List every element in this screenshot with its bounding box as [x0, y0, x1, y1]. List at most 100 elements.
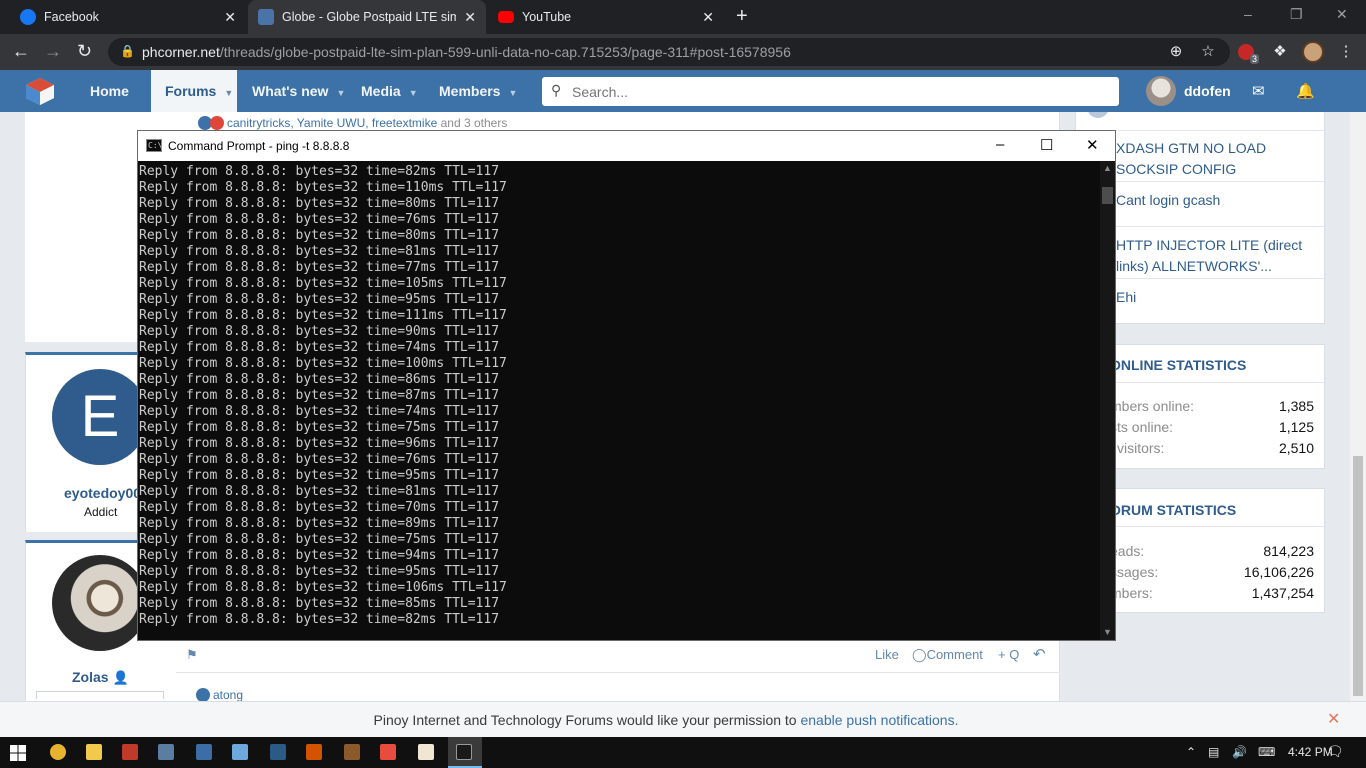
- chevron-down-icon[interactable]: ▼: [336, 88, 345, 98]
- username-link[interactable]: ddofen: [1184, 70, 1231, 112]
- restore-icon[interactable]: ❐: [1290, 6, 1303, 23]
- app-orange-icon[interactable]: [306, 744, 322, 760]
- network-icon[interactable]: ▤: [1208, 745, 1219, 759]
- console-output[interactable]: Reply from 8.8.8.8: bytes=32 time=82ms T…: [138, 161, 1100, 640]
- tab-youtube[interactable]: YouTube ✕: [488, 0, 724, 34]
- add-icon[interactable]: ⊕: [1166, 42, 1186, 62]
- inbox-icon[interactable]: ✉: [1252, 82, 1265, 100]
- cmd-titlebar[interactable]: C:\ Command Prompt - ping -t 8.8.8.8 – ☐…: [138, 131, 1115, 161]
- forward-icon[interactable]: →: [44, 41, 62, 62]
- menu-kebab-icon[interactable]: ⋮: [1336, 42, 1356, 62]
- back-icon[interactable]: ←: [12, 41, 30, 62]
- chevron-down-icon[interactable]: ▼: [508, 88, 517, 98]
- stat-label: mbers:: [1110, 585, 1153, 601]
- minimize-icon[interactable]: –: [1244, 6, 1252, 22]
- nav-forums[interactable]: Forums ▼: [151, 70, 237, 112]
- reply-icon[interactable]: ↶: [1033, 645, 1046, 663]
- post-username[interactable]: eyotedoy00: [64, 485, 141, 501]
- bookmark-star-icon[interactable]: ☆: [1198, 42, 1218, 62]
- stat-value: 1,385: [1278, 398, 1314, 414]
- username-text[interactable]: Zolas: [72, 669, 109, 685]
- profile-avatar[interactable]: [1302, 41, 1324, 63]
- minimize-icon[interactable]: –: [996, 136, 1004, 153]
- app-red-icon[interactable]: [122, 744, 138, 760]
- console-line: Reply from 8.8.8.8: bytes=32 time=89ms T…: [139, 516, 500, 531]
- console-line: Reply from 8.8.8.8: bytes=32 time=82ms T…: [139, 164, 500, 179]
- console-line: Reply from 8.8.8.8: bytes=32 time=76ms T…: [139, 212, 500, 227]
- close-tab-icon[interactable]: ✕: [464, 9, 476, 26]
- sidebar-thread-link[interactable]: HTTP INJECTOR LITE (direct links) ALLNET…: [1116, 235, 1306, 277]
- page-scrollbar[interactable]: [1350, 112, 1366, 701]
- reload-icon[interactable]: ↻: [77, 41, 92, 62]
- console-line: Reply from 8.8.8.8: bytes=32 time=77ms T…: [139, 260, 500, 275]
- lock-icon[interactable]: 🔒: [120, 44, 135, 58]
- file-explorer-icon[interactable]: [86, 744, 102, 760]
- chevron-down-icon[interactable]: ▼: [409, 88, 418, 98]
- puzzle-icon[interactable]: ❖: [1270, 42, 1290, 62]
- maximize-icon[interactable]: ☐: [1040, 136, 1053, 154]
- sidebar-thread-link[interactable]: Cant login gcash: [1116, 190, 1306, 211]
- app-cube-icon[interactable]: [232, 744, 248, 760]
- tab-globe[interactable]: Globe - Globe Postpaid LTE sim p ✕: [248, 0, 486, 34]
- nav-media[interactable]: Media ▼: [361, 70, 418, 112]
- reaction-users[interactable]: canitrytricks, Yamite UWU, freetextmike: [227, 116, 437, 130]
- search-box[interactable]: ⚲: [542, 77, 1119, 106]
- close-tab-icon[interactable]: ✕: [702, 9, 714, 26]
- console-line: Reply from 8.8.8.8: bytes=32 time=95ms T…: [139, 468, 500, 483]
- nav-label: Home: [90, 83, 129, 99]
- tab-facebook[interactable]: Facebook ✕: [10, 0, 246, 34]
- reaction-more[interactable]: and 3 others: [441, 116, 508, 130]
- sidebar-thread-link[interactable]: XDASH GTM NO LOAD SOCKSIP CONFIG: [1116, 138, 1286, 180]
- reactions-list[interactable]: atong: [213, 688, 243, 701]
- stat-value: 814,223: [1263, 543, 1314, 559]
- command-prompt-window[interactable]: C:\ Command Prompt - ping -t 8.8.8.8 – ☐…: [137, 130, 1116, 641]
- reactions-list[interactable]: canitrytricks, Yamite UWU, freetextmike …: [227, 116, 507, 130]
- language-icon[interactable]: ⌨: [1258, 745, 1275, 759]
- nav-members[interactable]: Members ▼: [439, 70, 517, 112]
- address-bar[interactable]: 🔒 phcorner.net/threads/globe-postpaid-lt…: [108, 38, 1230, 66]
- console-line: Reply from 8.8.8.8: bytes=32 time=76ms T…: [139, 452, 500, 467]
- push-text: Pinoy Internet and Technology Forums wou…: [373, 712, 797, 728]
- console-line: Reply from 8.8.8.8: bytes=32 time=85ms T…: [139, 596, 500, 611]
- scrollbar-thumb[interactable]: [1353, 456, 1363, 696]
- new-tab-button[interactable]: +: [736, 5, 748, 28]
- nav-whats-new[interactable]: What's new ▼: [252, 70, 345, 112]
- quote-link[interactable]: + Q: [998, 647, 1019, 662]
- user-avatar-image[interactable]: [52, 555, 148, 651]
- close-tab-icon[interactable]: ✕: [224, 9, 236, 26]
- scroll-down-icon[interactable]: ▼: [1103, 627, 1112, 637]
- scroll-up-icon[interactable]: ▲: [1103, 163, 1112, 173]
- like-link[interactable]: Like: [875, 647, 899, 662]
- user-avatar[interactable]: [1146, 76, 1176, 106]
- enable-push-link[interactable]: enable push notifications.: [800, 712, 958, 728]
- steam-icon[interactable]: [158, 744, 174, 760]
- phcorner-logo-icon[interactable]: [24, 76, 56, 106]
- flag-icon[interactable]: ⚑: [186, 647, 198, 663]
- sidebar-thread-link[interactable]: Ehi: [1116, 287, 1306, 308]
- cmd-scrollbar[interactable]: ▲ ▼: [1100, 161, 1115, 640]
- stat-value: 16,106,226: [1243, 564, 1314, 580]
- app-blue-icon[interactable]: [196, 744, 212, 760]
- search-input[interactable]: [572, 82, 1102, 102]
- nav-home[interactable]: Home: [90, 70, 129, 112]
- close-icon[interactable]: ✕: [1327, 709, 1340, 729]
- close-window-icon[interactable]: ✕: [1086, 136, 1099, 154]
- scrollbar-thumb[interactable]: [1102, 187, 1113, 204]
- app-grid-icon[interactable]: [380, 744, 396, 760]
- app-box-icon[interactable]: [344, 744, 360, 760]
- console-line: Reply from 8.8.8.8: bytes=32 time=75ms T…: [139, 420, 500, 435]
- photoshop-icon[interactable]: [270, 744, 286, 760]
- chevron-down-icon[interactable]: ▼: [224, 88, 233, 98]
- notifications-icon[interactable]: 🗨: [1326, 743, 1344, 760]
- post-username[interactable]: Zolas 👤: [72, 669, 129, 686]
- windows-start-icon[interactable]: [10, 745, 26, 761]
- chevron-up-icon[interactable]: ⌃: [1186, 745, 1196, 759]
- close-window-icon[interactable]: ✕: [1336, 6, 1348, 23]
- chrome-icon[interactable]: [50, 744, 66, 760]
- comment-link[interactable]: ◯Comment: [912, 647, 983, 663]
- user-avatar-letter[interactable]: E: [52, 369, 148, 465]
- bell-icon[interactable]: 🔔: [1296, 82, 1315, 100]
- app-anime-icon[interactable]: [418, 744, 434, 760]
- volume-icon[interactable]: 🔊: [1232, 745, 1247, 759]
- cmd-icon[interactable]: [456, 744, 472, 760]
